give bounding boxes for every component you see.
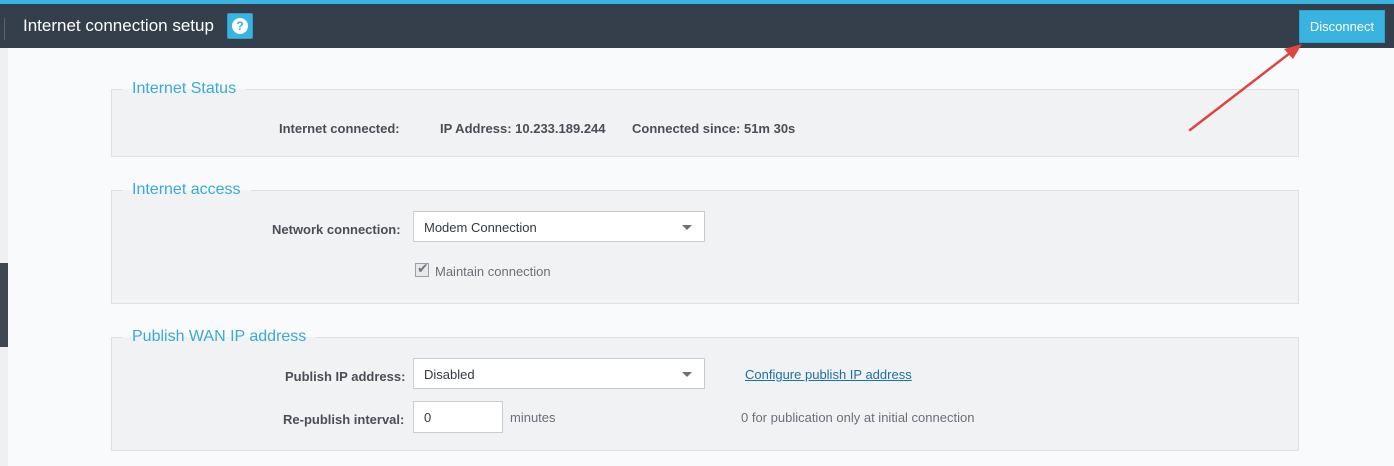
ip-address-text: IP Address: 10.233.189.244 [440, 121, 606, 136]
chevron-down-icon [682, 372, 692, 377]
publish-wan-legend: Publish WAN IP address [132, 328, 307, 345]
connected-since-text: Connected since: 51m 30s [632, 121, 796, 136]
page-title: Internet connection setup [23, 16, 214, 35]
publish-ip-value: Disabled [424, 367, 475, 382]
internet-status-legend: Internet Status [132, 80, 237, 97]
header-divider [4, 18, 5, 40]
checkmark-icon: ✔ [417, 260, 429, 276]
republish-interval-input[interactable]: 0 [413, 401, 503, 433]
question-circle-icon: ? [232, 18, 248, 34]
internet-connected-label: Internet connected: [279, 121, 400, 136]
sidebar-marker [0, 263, 8, 347]
disconnect-button[interactable]: Disconnect [1299, 10, 1385, 43]
republish-interval-value: 0 [424, 410, 432, 425]
main-content: Internet Status Internet connected: IP A… [8, 48, 1394, 466]
minutes-unit-label: minutes [510, 410, 556, 425]
app-frame: Internet connection setup ? Disconnect I… [0, 0, 1394, 466]
page-header: Internet connection setup ? Disconnect [0, 4, 1394, 48]
internet-access-panel: Internet access [111, 181, 1299, 304]
maintain-connection-label: Maintain connection [435, 264, 551, 279]
republish-interval-label: Re-publish interval: [283, 412, 405, 427]
network-connection-select[interactable]: Modem Connection [413, 211, 705, 242]
help-button[interactable]: ? [227, 13, 253, 39]
maintain-connection-checkbox[interactable]: ✔ [415, 260, 429, 277]
publish-ip-label: Publish IP address: [285, 369, 406, 384]
publish-ip-select[interactable]: Disabled [413, 358, 705, 389]
network-connection-value: Modem Connection [424, 220, 537, 235]
network-connection-label: Network connection: [272, 222, 401, 237]
configure-publish-link[interactable]: Configure publish IP address [745, 367, 912, 382]
publish-wan-panel: Publish WAN IP address [111, 328, 1299, 451]
chevron-down-icon [682, 225, 692, 230]
republish-hint: 0 for publication only at initial connec… [741, 410, 975, 425]
internet-status-panel: Internet Status [111, 80, 1299, 157]
internet-access-legend: Internet access [132, 181, 241, 198]
sidebar-edge [0, 48, 8, 466]
